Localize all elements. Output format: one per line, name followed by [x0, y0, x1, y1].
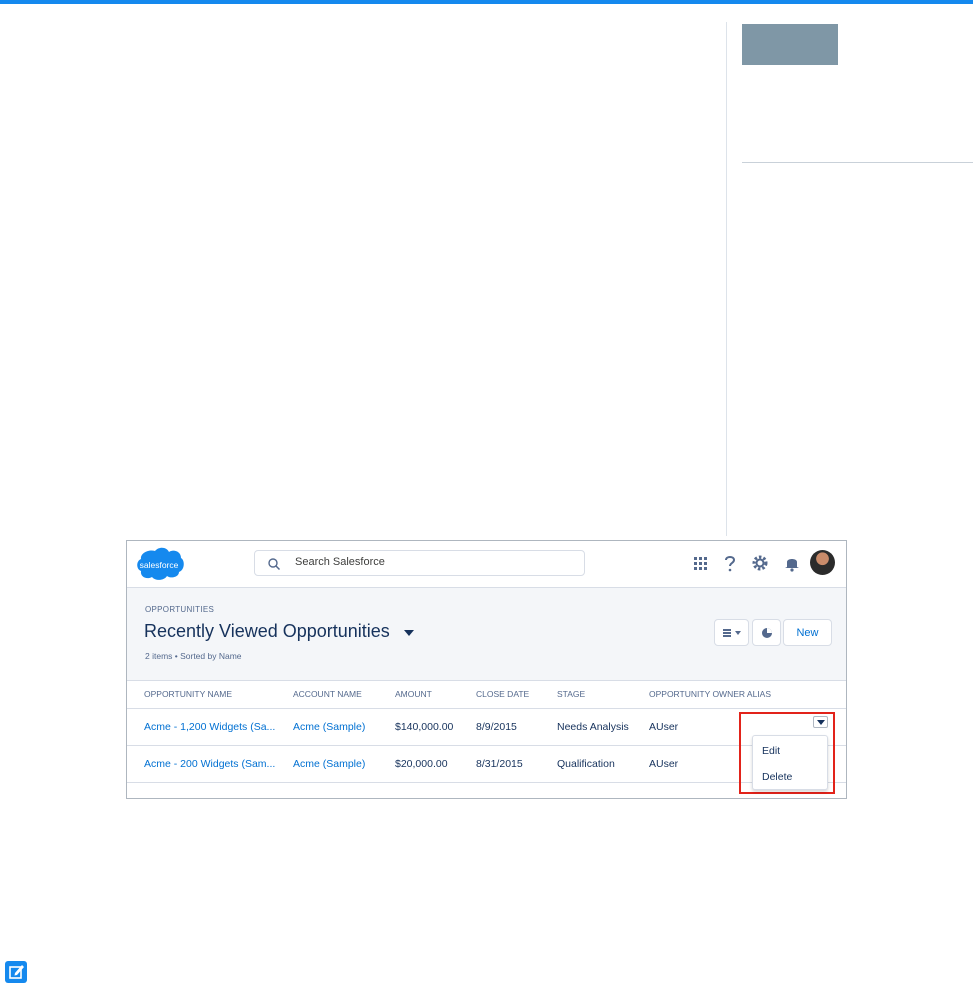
avatar[interactable]	[810, 550, 835, 575]
search-placeholder: Search Salesforce	[295, 556, 385, 568]
list-view-header: OPPORTUNITIES Recently Viewed Opportunit…	[127, 588, 846, 681]
note-edit-icon	[5, 961, 27, 983]
table-icon	[722, 628, 741, 637]
amount-cell: $20,000.00	[395, 758, 448, 770]
row-actions-dropdown-icon[interactable]	[813, 716, 828, 728]
brand-text: salesforce	[140, 560, 179, 570]
setup-gear-icon[interactable]	[750, 553, 770, 573]
sidebar-divider	[726, 22, 727, 536]
row-actions-menu: Edit Delete	[752, 735, 828, 790]
account-name-link[interactable]: Acme (Sample)	[293, 758, 365, 770]
stage-cell: Needs Analysis	[557, 721, 629, 733]
list-view-title[interactable]: Recently Viewed Opportunities	[144, 621, 390, 642]
menu-item-delete[interactable]: Delete	[762, 771, 792, 783]
top-accent-bar	[0, 0, 973, 4]
pie-chart-icon	[761, 627, 772, 638]
column-header-opportunity-name[interactable]: OPPORTUNITY NAME	[144, 689, 232, 699]
column-header-owner-alias[interactable]: OPPORTUNITY OWNER ALIAS	[649, 689, 771, 699]
column-header-stage[interactable]: STAGE	[557, 689, 585, 699]
salesforce-screenshot: salesforce Search Salesforce OPPORTUNITI…	[126, 540, 847, 799]
table-header: OPPORTUNITY NAME ACCOUNT NAME AMOUNT CLO…	[127, 681, 846, 709]
owner-alias-cell: AUser	[649, 758, 679, 770]
close-date-cell: 8/9/2015	[476, 721, 517, 733]
list-view-switcher-caret-icon[interactable]	[404, 630, 414, 636]
app-launcher-icon[interactable]	[690, 553, 710, 573]
stage-cell: Qualification	[557, 758, 615, 770]
opportunity-name-link[interactable]: Acme - 1,200 Widgets (Sa...	[144, 721, 275, 733]
owner-alias-cell: AUser	[649, 721, 679, 733]
global-search-input[interactable]: Search Salesforce	[254, 550, 585, 576]
notifications-bell-icon[interactable]	[782, 553, 802, 573]
list-view-meta: 2 items • Sorted by Name	[145, 651, 242, 661]
display-as-table-button[interactable]	[714, 619, 749, 646]
column-header-close-date[interactable]: CLOSE DATE	[476, 689, 529, 699]
column-header-account-name[interactable]: ACCOUNT NAME	[293, 689, 362, 699]
global-header: salesforce Search Salesforce	[127, 541, 846, 588]
amount-cell: $140,000.00	[395, 721, 454, 733]
search-icon	[268, 558, 281, 571]
help-icon[interactable]	[720, 553, 740, 573]
opportunity-name-link[interactable]: Acme - 200 Widgets (Sam...	[144, 758, 275, 770]
menu-item-edit[interactable]: Edit	[762, 745, 780, 757]
column-header-amount[interactable]: AMOUNT	[395, 689, 432, 699]
account-name-link[interactable]: Acme (Sample)	[293, 721, 365, 733]
close-date-cell: 8/31/2015	[476, 758, 523, 770]
sidebar-rule	[742, 162, 973, 163]
sidebar-block	[742, 24, 838, 65]
object-label: OPPORTUNITIES	[145, 605, 215, 614]
charts-button[interactable]	[752, 619, 781, 646]
salesforce-logo[interactable]: salesforce	[135, 546, 185, 582]
new-button[interactable]: New	[783, 619, 832, 646]
